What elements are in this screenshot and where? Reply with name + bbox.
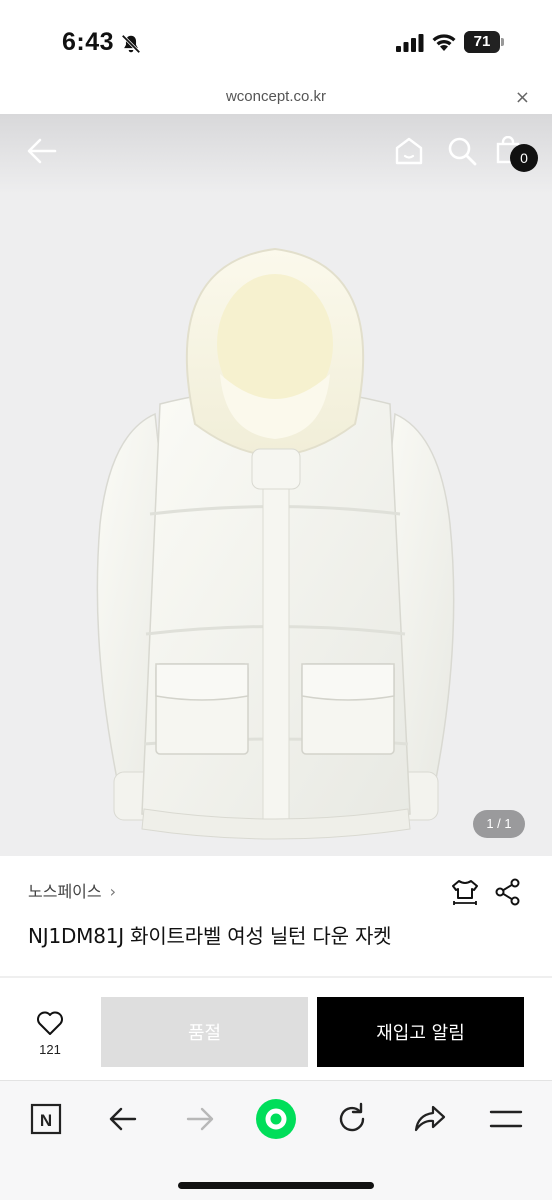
product-info: 노스페이스 › NJ1DM81J 화이트라벨 여성 닐턴 다운 자켓	[0, 856, 552, 978]
green-dot-icon[interactable]	[254, 1097, 298, 1141]
menu-icon[interactable]	[486, 1099, 526, 1139]
chevron-right-icon: ›	[109, 882, 117, 901]
cart-count-badge[interactable]: 0	[510, 144, 538, 172]
back-arrow-icon[interactable]	[26, 136, 58, 166]
close-icon[interactable]: ×	[515, 87, 530, 108]
battery-indicator: 71	[464, 31, 504, 53]
naver-label: N	[40, 1111, 52, 1130]
share-icon[interactable]	[494, 878, 522, 906]
status-bar: 6:43 71	[0, 0, 552, 88]
brand-name[interactable]: 노스페이스	[28, 882, 102, 901]
heart-icon[interactable]	[36, 1010, 64, 1036]
brand-link[interactable]: 노스페이스 ›	[28, 878, 116, 902]
like-count: 121	[39, 1042, 61, 1057]
url-text[interactable]: wconcept.co.kr	[0, 88, 552, 105]
search-icon[interactable]	[447, 136, 477, 166]
battery-percent: 71	[473, 33, 491, 50]
product-photo-jacket[interactable]	[60, 224, 490, 856]
product-image-gallery[interactable]: 0 1 / 1	[0, 114, 552, 856]
image-page-indicator: 1 / 1	[473, 810, 525, 838]
purchase-bar: 121 품절 재입고 알림	[0, 978, 552, 1080]
wifi-icon	[432, 34, 456, 51]
share-forward-icon[interactable]	[410, 1099, 450, 1139]
home-indicator	[178, 1182, 374, 1189]
naver-home-icon[interactable]: N	[26, 1099, 66, 1139]
browser-forward-icon[interactable]	[180, 1099, 220, 1139]
bell-muted-icon	[121, 34, 141, 54]
product-name: NJ1DM81J 화이트라벨 여성 닐턴 다운 자켓	[28, 924, 392, 948]
status-time: 6:43	[62, 28, 115, 56]
restock-alert-button[interactable]: 재입고 알림	[317, 997, 524, 1067]
home-icon[interactable]	[393, 136, 425, 166]
cellular-signal-icon	[396, 34, 424, 52]
soldout-button[interactable]: 품절	[101, 997, 308, 1067]
refresh-icon[interactable]	[332, 1099, 372, 1139]
browser-back-icon[interactable]	[103, 1099, 143, 1139]
url-bar[interactable]: wconcept.co.kr ×	[0, 84, 552, 114]
size-guide-icon[interactable]	[450, 878, 480, 906]
